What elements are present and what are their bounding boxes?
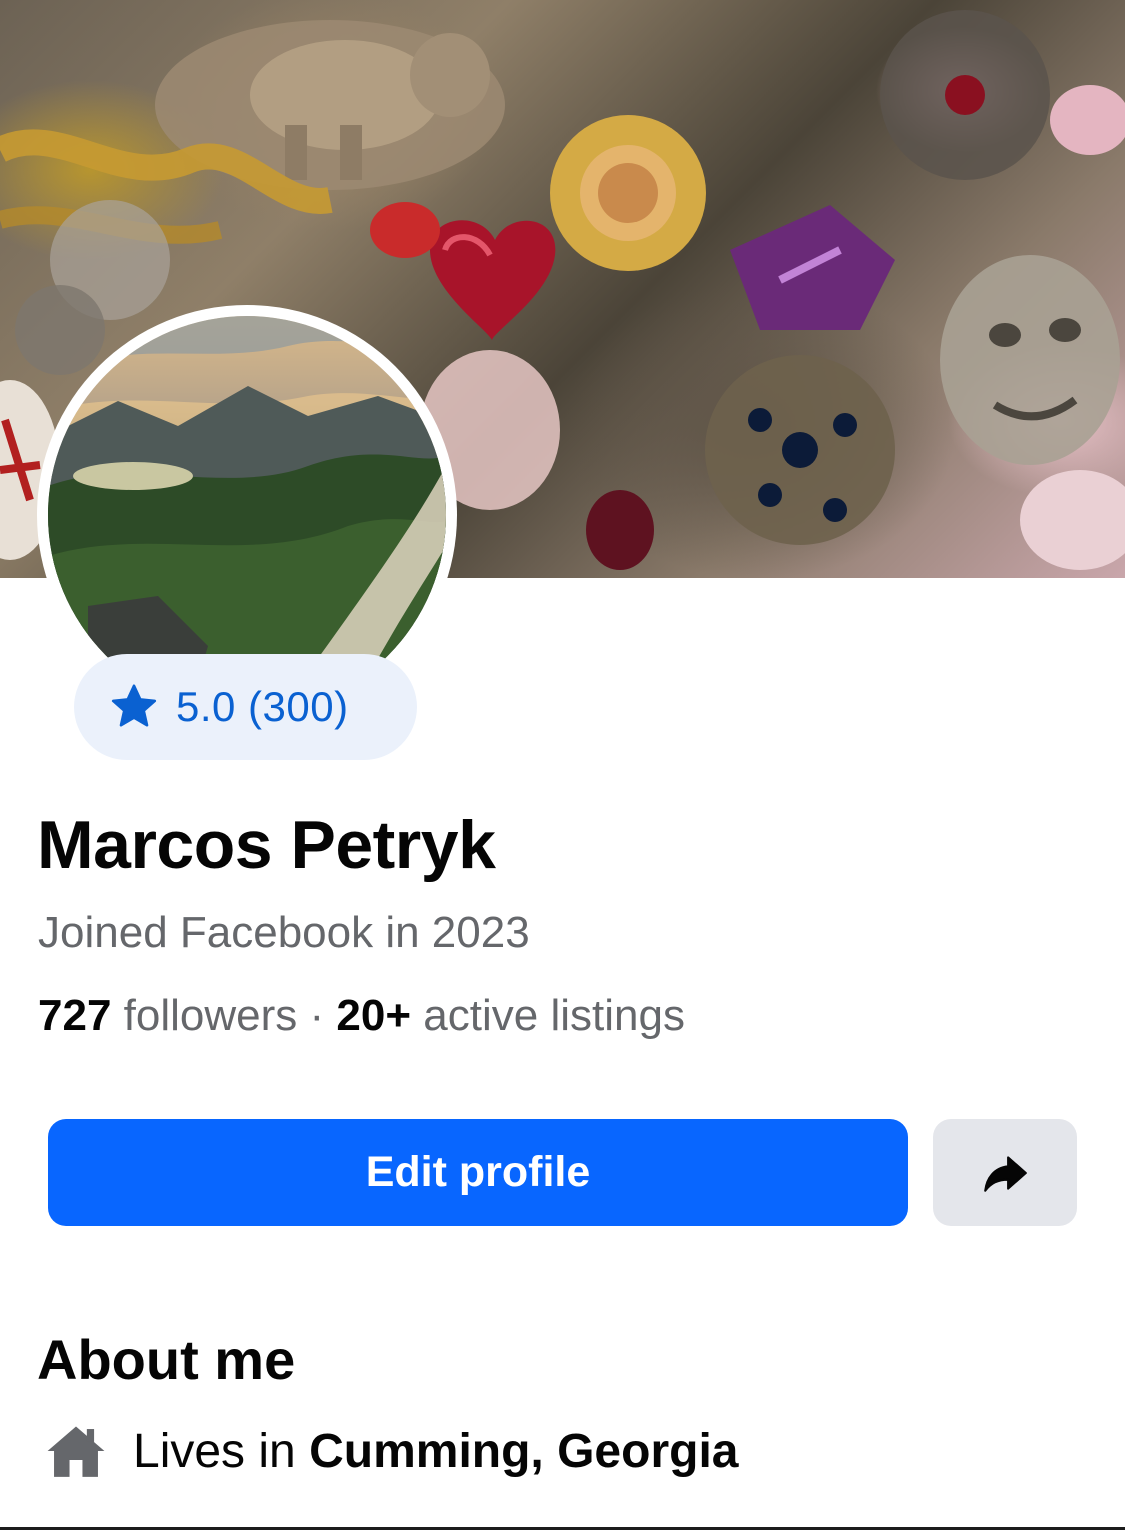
edit-profile-button[interactable]: Edit profile [48, 1119, 908, 1226]
profile-name: Marcos Petryk [37, 807, 496, 883]
joined-date: Joined Facebook in 2023 [38, 908, 530, 957]
listings-label[interactable]: active listings [423, 991, 685, 1040]
city-link[interactable]: Cumming, Georgia [309, 1425, 738, 1478]
stats-separator: · [309, 991, 325, 1040]
listings-count[interactable]: 20+ [336, 991, 411, 1040]
home-icon [47, 1426, 105, 1477]
rating-value: 5.0 (300) [176, 683, 349, 730]
followers-count[interactable]: 727 [38, 991, 111, 1040]
about-me-heading: About me [37, 1328, 296, 1391]
rating-badge[interactable]: 5.0 (300) [74, 654, 417, 760]
share-button[interactable] [933, 1119, 1077, 1226]
star-icon [111, 684, 157, 727]
bottom-divider [0, 1527, 1125, 1530]
share-arrow-icon [984, 1155, 1027, 1192]
profile-stats: 727 followers · 20+ active listings [38, 991, 685, 1041]
lives-in-label: Lives in [133, 1424, 296, 1478]
lives-in-row: Lives in Cumming, Georgia [45, 1420, 738, 1482]
followers-label[interactable]: followers [124, 991, 298, 1040]
